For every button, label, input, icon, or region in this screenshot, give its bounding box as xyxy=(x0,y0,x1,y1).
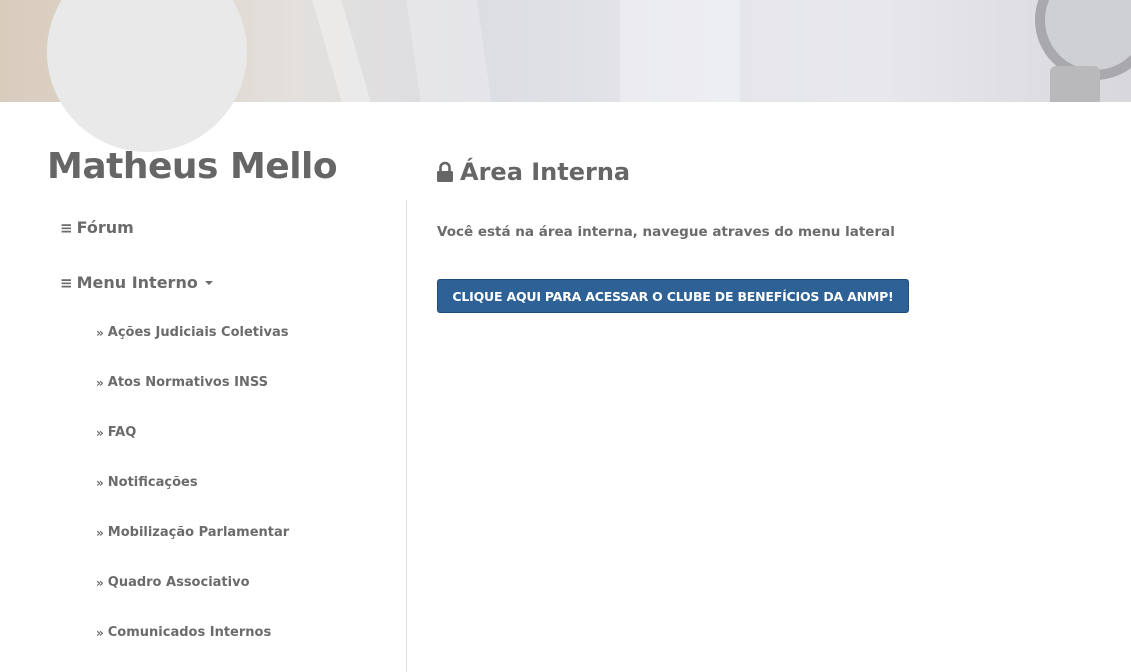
page-title-text: Área Interna xyxy=(460,158,631,186)
sidebar-item-label: Fórum xyxy=(76,218,134,237)
sidebar-subitem-acoes-judiciais[interactable]: » Ações Judiciais Coletivas xyxy=(96,325,288,340)
user-name: Matheus Mello xyxy=(47,146,338,187)
sidebar-subitem-faq[interactable]: » FAQ xyxy=(96,425,136,440)
lock-icon xyxy=(437,161,453,182)
caret-down-icon xyxy=(204,280,213,285)
sidebar-item-forum[interactable]: ≡ Fórum xyxy=(60,218,134,237)
sidebar-item-menu-interno[interactable]: ≡ Menu Interno xyxy=(60,273,213,292)
double-chevron-right-icon: » xyxy=(96,325,104,340)
double-chevron-right-icon: » xyxy=(96,425,104,440)
sidebar-item-label: Menu Interno xyxy=(76,273,198,292)
double-chevron-right-icon: » xyxy=(96,475,104,490)
page-title: Área Interna xyxy=(436,158,630,186)
sidebar-divider xyxy=(406,200,407,672)
sidebar-subitem-mobilizacao[interactable]: » Mobilização Parlamentar xyxy=(96,525,289,540)
benefits-club-button[interactable]: CLIQUE AQUI PARA ACESSAR O CLUBE DE BENE… xyxy=(437,279,909,313)
sidebar-subitem-label: Notificações xyxy=(107,475,198,490)
page: Matheus Mello ≡ Fórum ≡ Menu Interno » A… xyxy=(0,0,1131,672)
sidebar-subitem-notificacoes[interactable]: » Notificações xyxy=(96,475,198,490)
sidebar-subitem-label: Quadro Associativo xyxy=(107,575,250,590)
sidebar-subitem-quadro-associativo[interactable]: » Quadro Associativo xyxy=(96,575,250,590)
sidebar-subitem-comunicados[interactable]: » Comunicados Internos xyxy=(96,625,271,640)
sidebar-subitem-label: Comunicados Internos xyxy=(107,625,272,640)
sidebar-subitem-atos-normativos[interactable]: » Atos Normativos INSS xyxy=(96,375,268,390)
double-chevron-right-icon: » xyxy=(96,625,104,640)
double-chevron-right-icon: » xyxy=(96,575,104,590)
double-chevron-right-icon: » xyxy=(96,525,104,540)
sidebar-subitem-label: Mobilização Parlamentar xyxy=(107,525,290,540)
sidebar-subitem-label: FAQ xyxy=(107,425,137,440)
avatar xyxy=(47,0,247,152)
sidebar-subitem-label: Atos Normativos INSS xyxy=(107,375,268,390)
bars-icon: ≡ xyxy=(60,218,73,237)
bars-icon: ≡ xyxy=(60,273,73,292)
sidebar-subitem-label: Ações Judiciais Coletivas xyxy=(107,325,289,340)
intro-text: Você está na área interna, navegue atrav… xyxy=(437,224,895,240)
double-chevron-right-icon: » xyxy=(96,375,104,390)
